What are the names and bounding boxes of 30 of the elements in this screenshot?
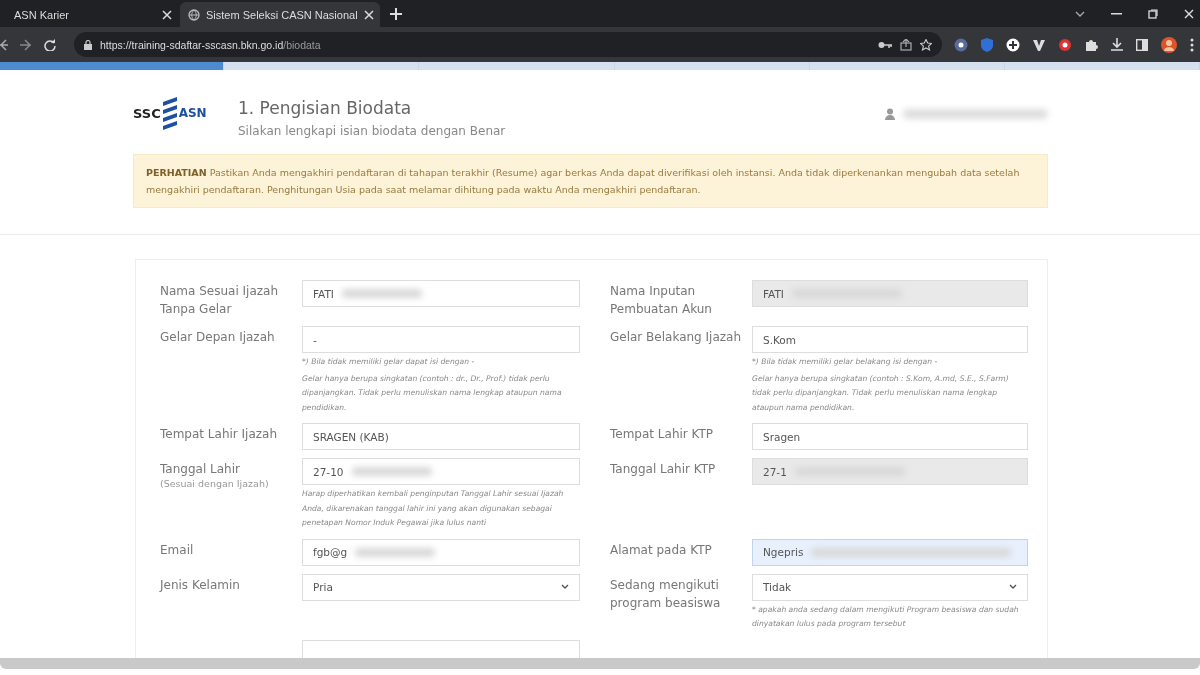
field-label: Nama Inputan Pembuatan Akun — [610, 283, 713, 318]
field-label: Tanggal Lahir KTP — [610, 461, 717, 478]
field-label: Tempat Lahir Ijazah — [160, 426, 279, 443]
address-bar[interactable]: https://training-sdaftar-sscasn.bkn.go.id/biodata — [74, 32, 942, 57]
select-field[interactable]: Tidak — [752, 573, 1028, 601]
field-label: Alamat pada KTP — [610, 541, 713, 559]
field-label: Sedang mengikuti program beasiswa — [610, 576, 722, 612]
field-note: (Sesuai dengan Ijazah) — [160, 478, 270, 489]
input-field[interactable]: FATI — [302, 280, 580, 307]
field-label: Tempat Lahir KTP — [610, 426, 715, 443]
input-field[interactable]: - — [302, 326, 580, 353]
page-subtitle: Silakan lengkapi isian biodata dengan Benar — [238, 124, 507, 138]
select-field[interactable]: Pria — [302, 573, 580, 601]
browser-tab[interactable]: ASN Karier — [0, 2, 180, 27]
page-title: 1. Pengisian Biodata — [238, 98, 413, 118]
field-label: Gelar Belakang Ijazah — [610, 329, 743, 346]
warning-alert: PERHATIAN Pastikan Anda mengakhiri pendaftaran di tahapan terakhir (Resume) agar berkas Anda dapat diverifikasi oleh instansi. Anda tidak diperkenankan mengubah data setelah mengakhiri pendaftaran. Penghitungan Usia pada saat melamar dihitung pada waktu Anda mengakhiri pendaftaran. — [133, 154, 1048, 208]
input-field[interactable]: Sragen — [752, 423, 1028, 450]
input-field[interactable]: S.Kom — [752, 326, 1028, 353]
input-field[interactable]: Ngepris — [752, 538, 1028, 566]
browser-tab[interactable]: Sistem Seleksi CASN Nasional — [180, 2, 380, 27]
field-label: Email — [160, 541, 195, 559]
field-label: Nama Sesuai Ijazah Tanpa Gelar — [160, 283, 280, 318]
field-label: Gelar Depan Ijazah — [160, 329, 276, 346]
input-field[interactable]: 27-10 — [302, 458, 580, 485]
field-label: Tanggal Lahir — [160, 461, 241, 478]
field-label: Jenis Kelamin — [160, 576, 241, 594]
input-field[interactable]: fgb@g — [302, 538, 580, 566]
input-field[interactable]: SRAGEN (KAB) — [302, 423, 580, 450]
sscasn-logo: SSC ASN — [133, 96, 238, 130]
